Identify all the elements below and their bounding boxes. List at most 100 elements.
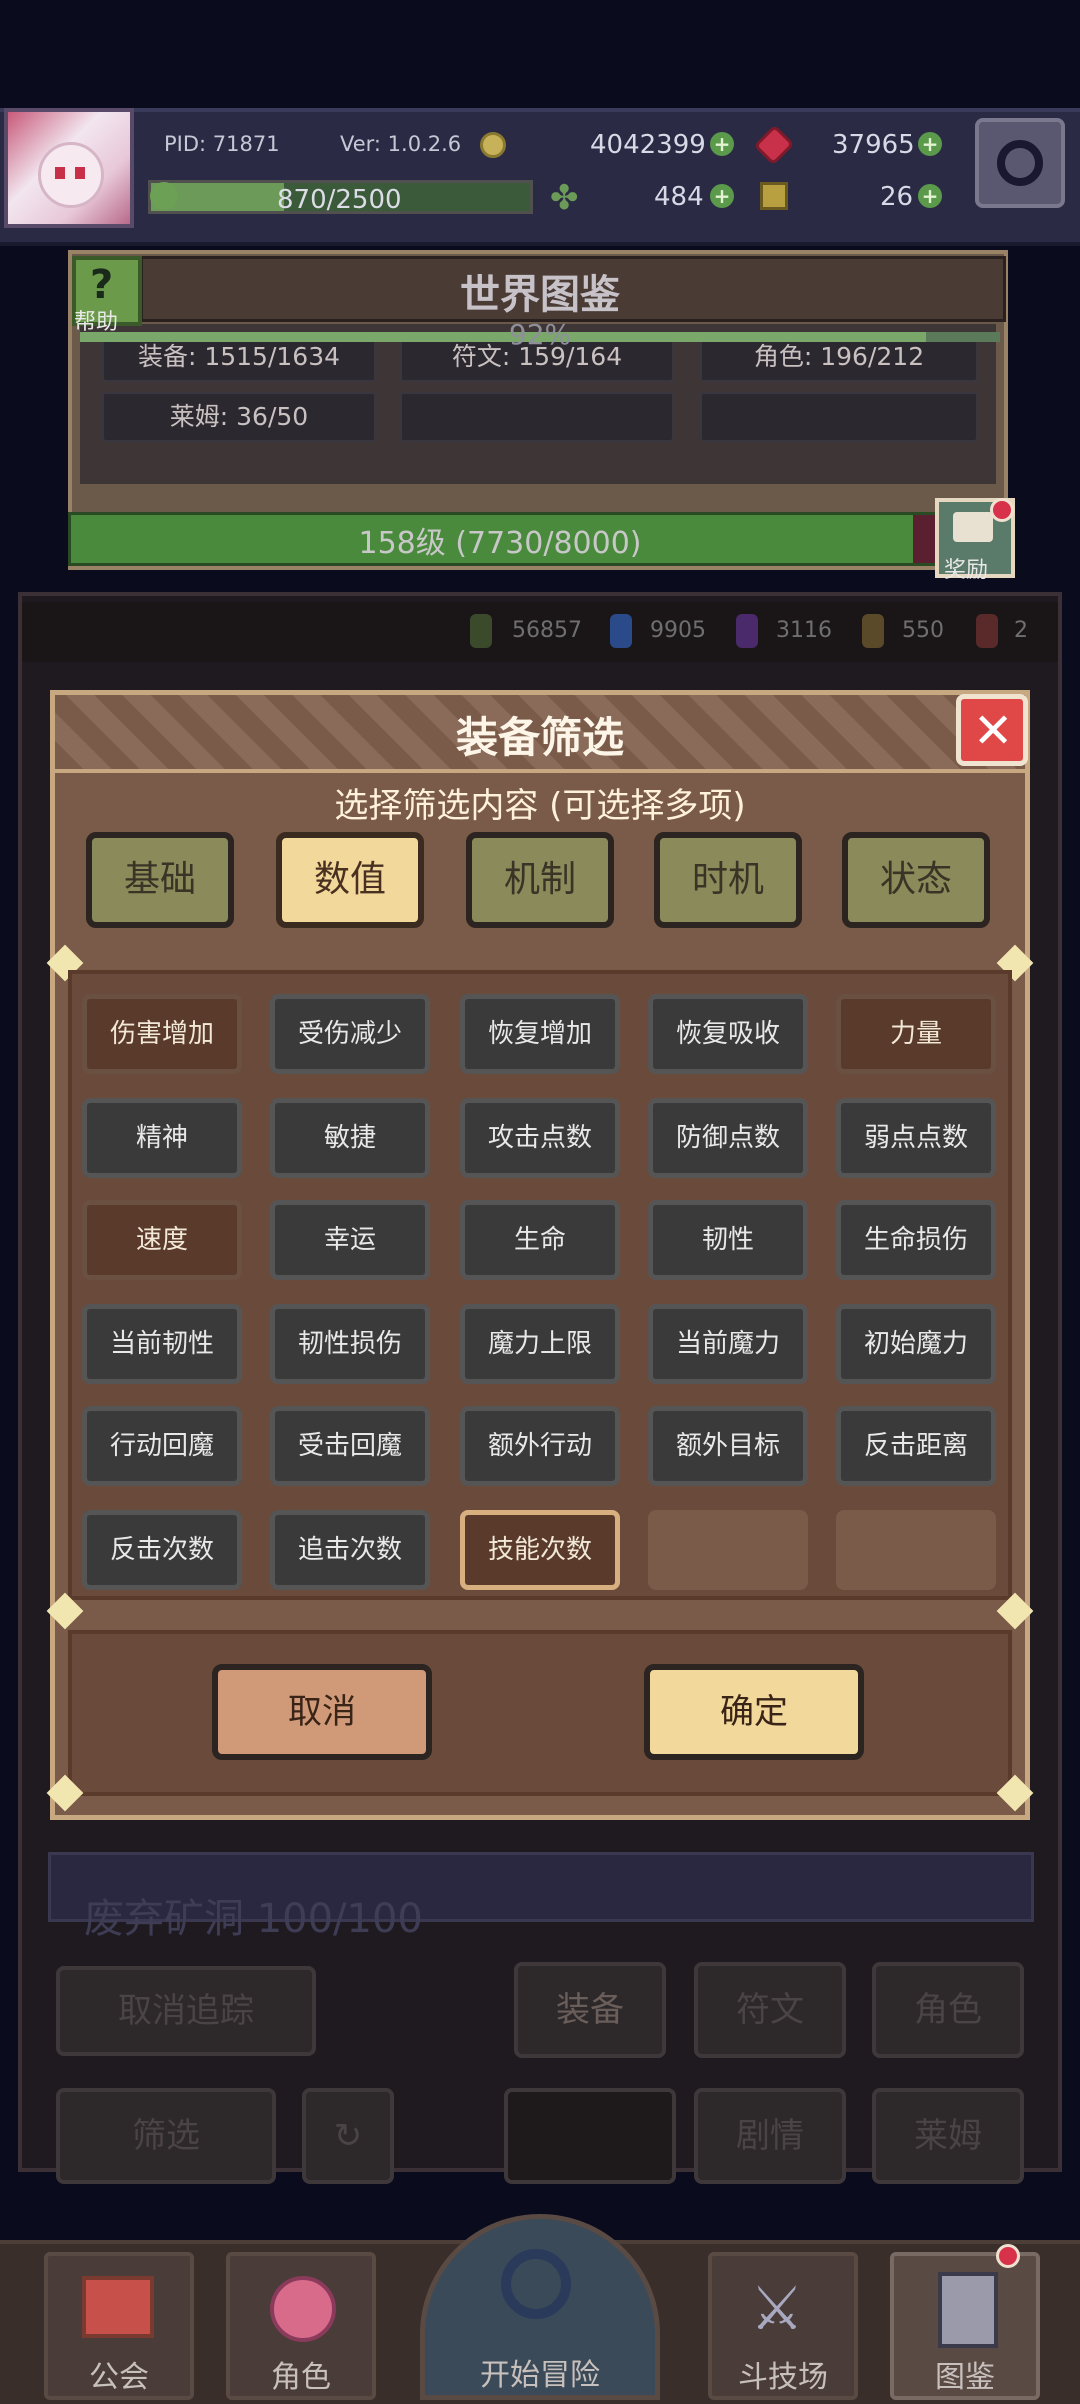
codex-percent: 92% xyxy=(508,318,572,351)
green-gem-count: 56857 xyxy=(512,618,582,643)
category-tab-status[interactable]: 状态 xyxy=(842,832,990,928)
add-ticket-icon[interactable]: + xyxy=(918,184,942,208)
tab-characters[interactable]: 角色 xyxy=(872,1962,1024,2058)
cancel-button[interactable]: 取消 xyxy=(212,1664,432,1760)
category-tab-basic-label: 基础 xyxy=(123,859,196,900)
option-extra-target[interactable]: 额外目标 xyxy=(648,1406,808,1486)
option-life-damage[interactable]: 生命损伤 xyxy=(836,1200,996,1280)
option-label: 韧性损伤 xyxy=(297,1329,402,1359)
option-label: 弱点点数 xyxy=(863,1123,968,1153)
category-tab-mechanics[interactable]: 机制 xyxy=(466,832,614,928)
option-label: 伤害增加 xyxy=(109,1019,214,1049)
tab-runes-label: 符文 xyxy=(736,1990,804,2030)
option-defense-points[interactable]: 防御点数 xyxy=(648,1098,808,1178)
settings-button[interactable] xyxy=(975,118,1065,208)
add-ruby-icon[interactable]: + xyxy=(918,132,942,156)
codex-level-text: 158级 (7730/8000) xyxy=(358,526,642,561)
ticket-amount: 26 xyxy=(880,182,914,212)
option-label: 精神 xyxy=(135,1123,188,1153)
option-label: 反击次数 xyxy=(109,1535,214,1565)
codex-title: 世界图鉴 xyxy=(460,272,620,318)
option-extra-action[interactable]: 额外行动 xyxy=(460,1406,620,1486)
green-gem-icon xyxy=(470,614,492,648)
character-icon xyxy=(270,2276,336,2342)
option-action-mana-regen[interactable]: 行动回魔 xyxy=(82,1406,242,1486)
gear-icon xyxy=(997,140,1043,186)
option-label: 生命 xyxy=(513,1225,566,1255)
option-agility[interactable]: 敏捷 xyxy=(270,1098,430,1178)
crossed-swords-icon: ⚔ xyxy=(750,2274,804,2344)
option-toughness[interactable]: 韧性 xyxy=(648,1200,808,1280)
option-hit-mana-regen[interactable]: 受击回魔 xyxy=(270,1406,430,1486)
option-skill-count[interactable]: 技能次数 xyxy=(460,1510,620,1590)
option-life[interactable]: 生命 xyxy=(460,1200,620,1280)
ruby-icon xyxy=(753,124,795,166)
nav-codex-label: 图鉴 xyxy=(935,2360,995,2395)
category-tab-mechanics-label: 机制 xyxy=(503,859,576,900)
purple-gem-count: 3116 xyxy=(776,618,832,643)
tab-slimes[interactable]: 莱姆 xyxy=(872,2088,1024,2184)
gold-coin-icon xyxy=(480,132,506,158)
filter-button[interactable]: 筛选 xyxy=(56,2088,276,2184)
option-initial-mana[interactable]: 初始魔力 xyxy=(836,1304,996,1384)
option-toughness-damage[interactable]: 韧性损伤 xyxy=(270,1304,430,1384)
option-damage-increase[interactable]: 伤害增加 xyxy=(82,994,242,1074)
add-gold-icon[interactable]: + xyxy=(710,132,734,156)
category-tab-status-label: 状态 xyxy=(879,859,952,900)
option-pursuit-count[interactable]: 追击次数 xyxy=(270,1510,430,1590)
option-damage-reduction[interactable]: 受伤减少 xyxy=(270,994,430,1074)
gold-amount: 4042399 xyxy=(590,130,706,160)
gold-gem-icon xyxy=(862,614,884,648)
untrack-button[interactable]: 取消追踪 xyxy=(56,1966,316,2056)
refresh-button[interactable]: ↻ xyxy=(302,2088,394,2184)
add-clover-icon[interactable]: + xyxy=(710,184,734,208)
ticket-icon xyxy=(760,182,788,210)
tab-equipment[interactable]: 装备 xyxy=(514,1962,666,2058)
option-current-toughness[interactable]: 当前韧性 xyxy=(82,1304,242,1384)
option-label: 恢复吸收 xyxy=(675,1019,780,1049)
stat-empty-2 xyxy=(700,392,978,442)
clover-amount: 484 xyxy=(654,182,704,212)
category-tab-timing[interactable]: 时机 xyxy=(654,832,802,928)
option-counter-range[interactable]: 反击距离 xyxy=(836,1406,996,1486)
modal-subtitle: 选择筛选内容 (可选择多项) xyxy=(334,786,746,826)
close-button[interactable]: ✕ xyxy=(956,694,1028,766)
option-strength[interactable]: 力量 xyxy=(836,994,996,1074)
category-tab-basic[interactable]: 基础 xyxy=(86,832,234,928)
option-attack-points[interactable]: 攻击点数 xyxy=(460,1098,620,1178)
book-icon xyxy=(938,2272,998,2348)
option-label: 当前韧性 xyxy=(109,1329,214,1359)
tab-equipment-label: 装备 xyxy=(556,1990,624,2030)
option-label: 敏捷 xyxy=(323,1123,376,1153)
empty-slot xyxy=(504,2088,676,2184)
category-tab-values[interactable]: 数值 xyxy=(276,832,424,928)
modal-button-area xyxy=(68,1630,1012,1796)
close-icon: ✕ xyxy=(973,703,1014,759)
stat-empty-1 xyxy=(400,392,674,442)
confirm-button[interactable]: 确定 xyxy=(644,1664,864,1760)
option-recovery-increase[interactable]: 恢复增加 xyxy=(460,994,620,1074)
modal-title: 装备筛选 xyxy=(455,713,624,762)
player-avatar[interactable] xyxy=(4,108,134,228)
stat-slimes: 莱姆: 36/50 xyxy=(102,392,376,442)
option-speed[interactable]: 速度 xyxy=(82,1200,242,1280)
option-weakpoint-points[interactable]: 弱点点数 xyxy=(836,1098,996,1178)
option-label: 反击距离 xyxy=(863,1431,968,1461)
question-icon: ? xyxy=(90,262,114,308)
xp-text: 870/2500 xyxy=(277,185,402,215)
option-label: 幸运 xyxy=(323,1225,376,1255)
option-max-mana[interactable]: 魔力上限 xyxy=(460,1304,620,1384)
option-spirit[interactable]: 精神 xyxy=(82,1098,242,1178)
reward-notification-dot xyxy=(990,498,1014,522)
option-current-mana[interactable]: 当前魔力 xyxy=(648,1304,808,1384)
option-label: 生命损伤 xyxy=(863,1225,968,1255)
option-luck[interactable]: 幸运 xyxy=(270,1200,430,1280)
tab-runes[interactable]: 符文 xyxy=(694,1962,846,2058)
red-gem-icon xyxy=(976,614,998,648)
filter-label: 筛选 xyxy=(132,2116,200,2156)
refresh-icon: ↻ xyxy=(333,2116,363,2156)
option-recovery-absorb[interactable]: 恢复吸收 xyxy=(648,994,808,1074)
untrack-label: 取消追踪 xyxy=(118,1991,254,2031)
tab-story[interactable]: 剧情 xyxy=(694,2088,846,2184)
option-counter-count[interactable]: 反击次数 xyxy=(82,1510,242,1590)
